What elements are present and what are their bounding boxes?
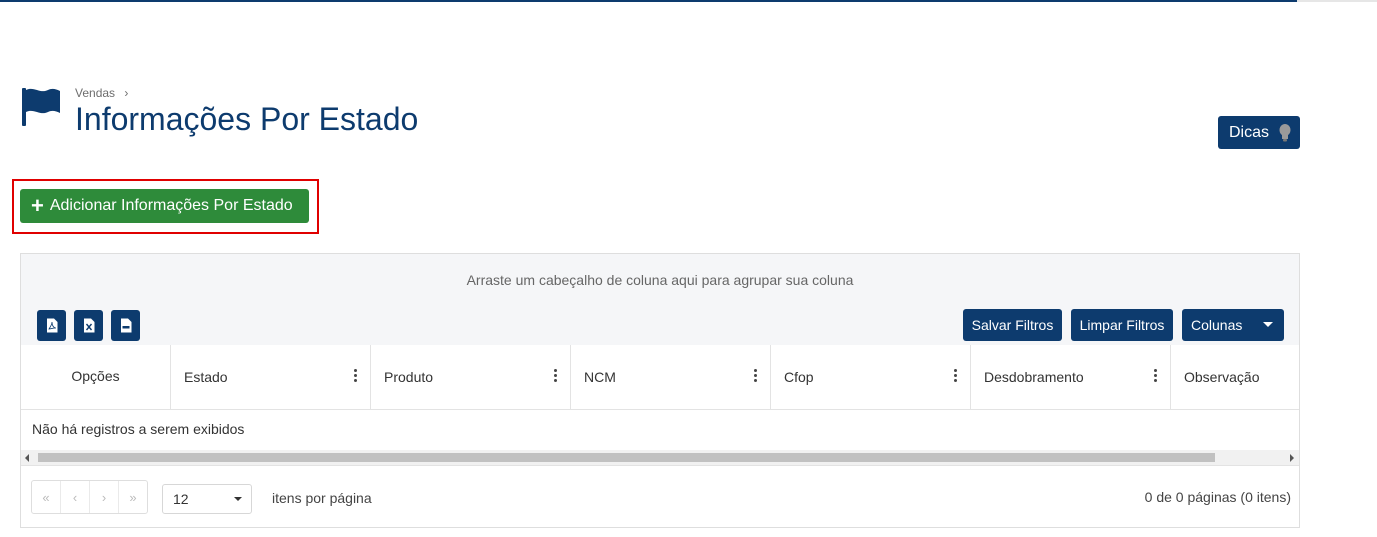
export-excel-button[interactable] <box>74 310 103 341</box>
column-menu-icon[interactable] <box>554 369 558 383</box>
page-size-value: 12 <box>173 491 189 507</box>
pager: « ‹ › » 12 itens por página 0 de 0 págin… <box>21 465 1299 527</box>
top-border <box>0 0 1297 2</box>
save-filters-label: Salvar Filtros <box>971 317 1054 333</box>
column-header-label: NCM <box>584 369 616 385</box>
save-filters-button[interactable]: Salvar Filtros <box>963 309 1062 341</box>
column-header-produto[interactable]: Produto <box>371 345 571 409</box>
group-panel[interactable]: Arraste um cabeçalho de coluna aqui para… <box>21 254 1299 307</box>
add-informacoes-button[interactable]: + Adicionar Informações Por Estado <box>20 189 309 223</box>
column-menu-icon[interactable] <box>354 369 358 383</box>
column-header-desdobramento[interactable]: Desdobramento <box>971 345 1171 409</box>
columns-label: Colunas <box>1191 317 1243 333</box>
plus-icon: + <box>31 193 44 218</box>
data-grid: Arraste um cabeçalho de coluna aqui para… <box>20 253 1300 528</box>
last-page-button[interactable]: » <box>119 481 147 513</box>
scroll-right-icon[interactable] <box>1290 454 1294 462</box>
per-page-label: itens por página <box>272 490 372 506</box>
column-header-cfop[interactable]: Cfop <box>771 345 971 409</box>
page-size-select[interactable]: 12 <box>162 484 252 514</box>
column-header-estado[interactable]: Estado <box>171 345 371 409</box>
page-title: Informações Por Estado <box>75 101 419 137</box>
horizontal-scrollbar[interactable] <box>21 450 1299 465</box>
first-page-button[interactable]: « <box>32 481 61 513</box>
lightbulb-icon <box>1279 124 1291 142</box>
dicas-button[interactable]: Dicas <box>1218 116 1300 149</box>
column-menu-icon[interactable] <box>954 369 958 383</box>
excel-icon <box>83 318 94 333</box>
breadcrumb: Vendas › <box>75 86 128 100</box>
column-header-opcoes[interactable]: Opções <box>21 345 171 409</box>
columns-dropdown-button[interactable]: Colunas <box>1182 309 1284 341</box>
clear-filters-button[interactable]: Limpar Filtros <box>1071 309 1173 341</box>
dicas-label: Dicas <box>1229 123 1270 141</box>
empty-message: Não há registros a serem exibidos <box>32 421 245 437</box>
group-hint: Arraste um cabeçalho de coluna aqui para… <box>466 272 854 288</box>
chevron-down-icon <box>234 497 242 501</box>
column-header-ncm[interactable]: NCM <box>571 345 771 409</box>
export-pdf-button[interactable] <box>37 310 66 341</box>
add-button-label: Adicionar Informações Por Estado <box>49 197 293 214</box>
column-header-observacao[interactable]: Observação <box>1171 345 1299 409</box>
pdf-icon <box>46 318 57 333</box>
export-csv-button[interactable] <box>111 310 140 341</box>
column-header-label: Produto <box>384 369 434 385</box>
scroll-left-icon[interactable] <box>25 454 29 462</box>
column-menu-icon[interactable] <box>1154 369 1158 383</box>
chevron-down-icon <box>1263 322 1273 327</box>
column-header-label: Estado <box>184 369 228 385</box>
column-header-label: Desdobramento <box>984 369 1084 385</box>
top-border-gap <box>1297 0 1377 2</box>
page-info: 0 de 0 páginas (0 itens) <box>1144 489 1291 505</box>
prev-page-button[interactable]: ‹ <box>61 481 90 513</box>
pager-nav: « ‹ › » <box>31 480 148 514</box>
scrollbar-thumb[interactable] <box>38 453 1215 462</box>
column-header-label: Opções <box>71 368 120 384</box>
table-header-row: Opções Estado Produto NCM Cfop Desdobram… <box>21 345 1299 410</box>
breadcrumb-item-vendas[interactable]: Vendas <box>75 86 115 100</box>
grid-toolbar: Salvar Filtros Limpar Filtros Colunas <box>21 306 1299 346</box>
column-header-label: Observação <box>1184 369 1260 385</box>
column-header-label: Cfop <box>784 369 814 385</box>
csv-icon <box>120 318 131 333</box>
breadcrumb-separator: › <box>124 86 129 100</box>
column-menu-icon[interactable] <box>754 369 758 383</box>
next-page-button[interactable]: › <box>90 481 119 513</box>
clear-filters-label: Limpar Filtros <box>1079 317 1165 333</box>
flag-icon <box>22 88 60 126</box>
